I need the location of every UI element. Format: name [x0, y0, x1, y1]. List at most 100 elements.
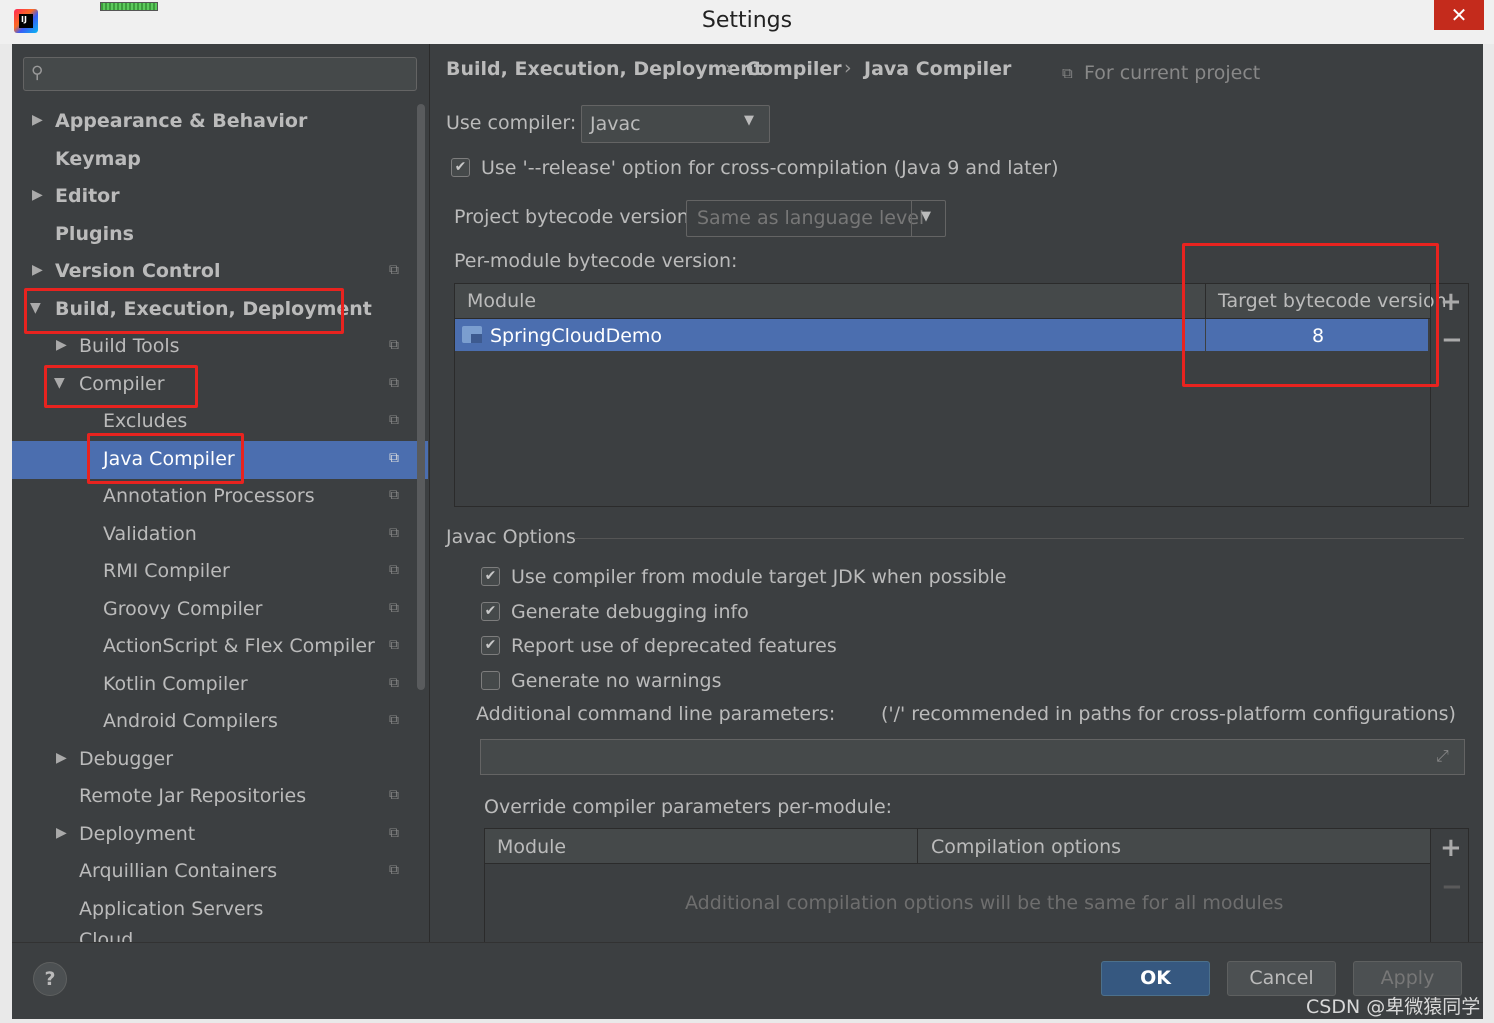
release-option-checkbox[interactable]: ✔ — [451, 158, 470, 177]
search-icon: ⚲ — [31, 63, 44, 83]
highlight-box — [24, 288, 344, 334]
expand-arrow-icon[interactable]: ▶ — [56, 825, 67, 841]
no-warnings-label: Generate no warnings — [511, 670, 722, 692]
ok-button[interactable]: OK — [1101, 961, 1210, 996]
sidebar-clip: Cloud — [12, 930, 428, 942]
per-module-label: Per-module bytecode version: — [454, 250, 738, 272]
chevron-right-icon: › — [725, 57, 733, 79]
window-title: Settings — [701, 8, 793, 33]
column-header-module[interactable]: Module — [497, 836, 566, 858]
deprecated-checkbox[interactable]: ✔ — [481, 636, 500, 655]
override-label: Override compiler parameters per-module: — [484, 796, 893, 818]
expand-arrow-icon[interactable]: ▶ — [56, 750, 67, 766]
sidebar-item-cloud[interactable]: Cloud — [79, 930, 133, 942]
sidebar-item-arquillian[interactable]: Arquillian Containers — [79, 853, 277, 889]
project-settings-icon: ⧉ — [389, 862, 399, 878]
highlight-box — [87, 433, 244, 484]
breadcrumb-item[interactable]: Build, Execution, Deployment — [446, 58, 763, 80]
empty-table-text: Additional compilation options will be t… — [685, 892, 1284, 914]
debug-info-label: Generate debugging info — [511, 601, 749, 623]
javac-options-section: Javac Options — [446, 526, 576, 548]
project-settings-icon: ⧉ — [389, 675, 399, 691]
close-button[interactable]: ✕ — [1434, 0, 1484, 30]
add-button[interactable]: + — [1440, 287, 1462, 317]
apply-button: Apply — [1353, 961, 1462, 996]
sidebar-item-application-servers[interactable]: Application Servers — [79, 891, 263, 927]
sidebar-item-deployment[interactable]: Deployment — [79, 816, 195, 852]
sidebar-item-keymap[interactable]: Keymap — [55, 141, 141, 177]
column-header-module[interactable]: Module — [467, 290, 536, 312]
project-settings-icon: ⧉ — [389, 525, 399, 541]
debug-info-checkbox[interactable]: ✔ — [481, 602, 500, 621]
sidebar-item-android-compilers[interactable]: Android Compilers — [103, 703, 278, 739]
toolbar-divider — [1430, 829, 1431, 942]
project-settings-icon: ⧉ — [389, 600, 399, 616]
release-option-label: Use '--release' option for cross-compila… — [481, 157, 1059, 179]
additional-params-hint: ('/' recommended in paths for cross-plat… — [881, 703, 1456, 725]
project-bytecode-value: Same as language level — [697, 207, 925, 229]
compiler-label: Use compiler: — [446, 112, 577, 134]
sidebar-item-version-control[interactable]: Version Control — [55, 253, 220, 289]
project-settings-icon: ⧉ — [389, 375, 399, 391]
expand-arrow-icon[interactable]: ▶ — [32, 262, 43, 278]
highlight-box — [44, 365, 198, 408]
expand-arrow-icon[interactable]: ▶ — [32, 112, 43, 128]
add-button[interactable]: + — [1440, 833, 1462, 863]
cancel-button[interactable]: Cancel — [1227, 961, 1336, 996]
sidebar-item-actionscript-compiler[interactable]: ActionScript & Flex Compiler — [103, 628, 375, 664]
dropdown-arrow-icon: ▼ — [744, 113, 754, 128]
project-settings-icon: ⧉ — [1062, 64, 1073, 82]
no-warnings-checkbox[interactable] — [481, 671, 500, 690]
project-settings-icon: ⧉ — [389, 262, 399, 278]
remove-button: − — [1441, 872, 1463, 902]
module-name: SpringCloudDemo — [490, 325, 663, 347]
chevron-right-icon: › — [844, 57, 852, 79]
breadcrumb-item[interactable]: Compiler — [746, 58, 842, 80]
project-settings-icon: ⧉ — [389, 487, 399, 503]
sidebar-item-appearance[interactable]: Appearance & Behavior — [55, 103, 307, 139]
sidebar-item-kotlin-compiler[interactable]: Kotlin Compiler — [103, 666, 248, 702]
dropdown-arrow-icon: ▼ — [921, 209, 931, 224]
sidebar-item-groovy-compiler[interactable]: Groovy Compiler — [103, 591, 262, 627]
project-bytecode-label: Project bytecode version: — [454, 206, 696, 228]
project-settings-icon: ⧉ — [389, 412, 399, 428]
project-settings-icon: ⧉ — [389, 450, 399, 466]
divider — [911, 201, 912, 236]
compiler-select[interactable]: Javac ▼ — [581, 105, 770, 143]
target-jdk-checkbox[interactable]: ✔ — [481, 567, 500, 586]
sidebar-item-debugger[interactable]: Debugger — [79, 741, 173, 777]
deprecated-label: Report use of deprecated features — [511, 635, 837, 657]
project-settings-icon: ⧉ — [389, 787, 399, 803]
project-settings-icon: ⧉ — [389, 712, 399, 728]
watermark: CSDN @卑微猿同学 — [1306, 996, 1481, 1018]
highlight-box — [1182, 243, 1439, 387]
remove-button[interactable]: − — [1441, 325, 1463, 355]
project-bytecode-select[interactable]: Same as language level ▼ — [686, 200, 946, 237]
project-settings-icon: ⧉ — [389, 637, 399, 653]
module-badge — [471, 334, 482, 343]
breadcrumb-item: Java Compiler — [864, 58, 1012, 80]
expand-icon[interactable]: ⤢ — [1436, 746, 1449, 766]
sidebar-item-rmi-compiler[interactable]: RMI Compiler — [103, 553, 230, 589]
sidebar-item-plugins[interactable]: Plugins — [55, 216, 134, 252]
project-settings-icon: ⧉ — [389, 825, 399, 841]
sidebar-item-editor[interactable]: Editor — [55, 178, 120, 214]
compiler-value: Javac — [590, 113, 641, 135]
project-settings-icon: ⧉ — [389, 337, 399, 353]
column-divider — [917, 829, 918, 863]
sidebar-item-validation[interactable]: Validation — [103, 516, 197, 552]
target-jdk-label: Use compiler from module target JDK when… — [511, 566, 1007, 588]
expand-arrow-icon[interactable]: ▶ — [56, 337, 67, 353]
sidebar-scrollbar[interactable] — [417, 104, 425, 690]
module-folder-icon — [462, 326, 482, 343]
scope-label: For current project — [1084, 62, 1261, 84]
additional-params-label: Additional command line parameters: — [476, 703, 836, 725]
section-separator — [574, 538, 1464, 539]
expand-arrow-icon[interactable]: ▶ — [32, 187, 43, 203]
help-button[interactable]: ? — [33, 962, 67, 996]
sidebar-item-remote-jar[interactable]: Remote Jar Repositories — [79, 778, 306, 814]
project-settings-icon: ⧉ — [389, 562, 399, 578]
column-header-options[interactable]: Compilation options — [931, 836, 1121, 858]
additional-params-input[interactable]: ⤢ — [480, 739, 1465, 775]
search-input[interactable] — [23, 57, 417, 91]
